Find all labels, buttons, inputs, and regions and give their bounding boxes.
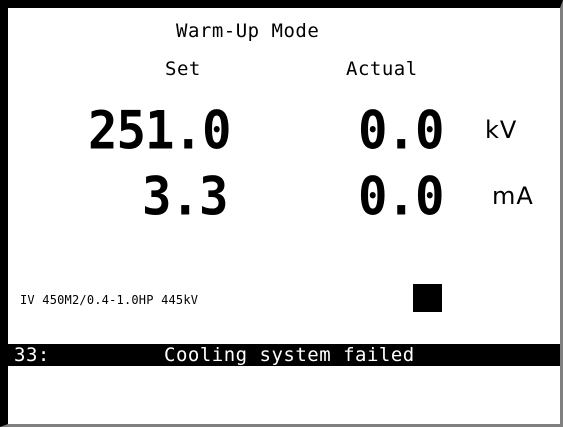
- mode-title: Warm-Up Mode: [176, 20, 320, 42]
- status-message: Cooling system failed: [164, 344, 415, 366]
- current-unit: mA: [492, 182, 534, 210]
- voltage-unit: kV: [485, 116, 518, 144]
- set-column-header: Set: [165, 58, 201, 80]
- square-indicator-icon: [413, 284, 442, 312]
- voltage-set-value: 251.0: [88, 99, 232, 162]
- current-actual-value: 0.0: [358, 165, 445, 228]
- tube-model-label: IV 450M2/0.4-1.0HP 445kV: [20, 293, 199, 307]
- current-set-value: 3.3: [142, 165, 229, 228]
- display-frame: Warm-Up Mode Set Actual 251.0 0.0 kV 3.3…: [0, 0, 563, 427]
- voltage-actual-value: 0.0: [358, 99, 445, 162]
- status-code: 33:: [14, 344, 50, 366]
- display-screen: Warm-Up Mode Set Actual 251.0 0.0 kV 3.3…: [8, 8, 560, 424]
- status-bar: 33: Cooling system failed: [8, 344, 560, 366]
- actual-column-header: Actual: [346, 58, 418, 80]
